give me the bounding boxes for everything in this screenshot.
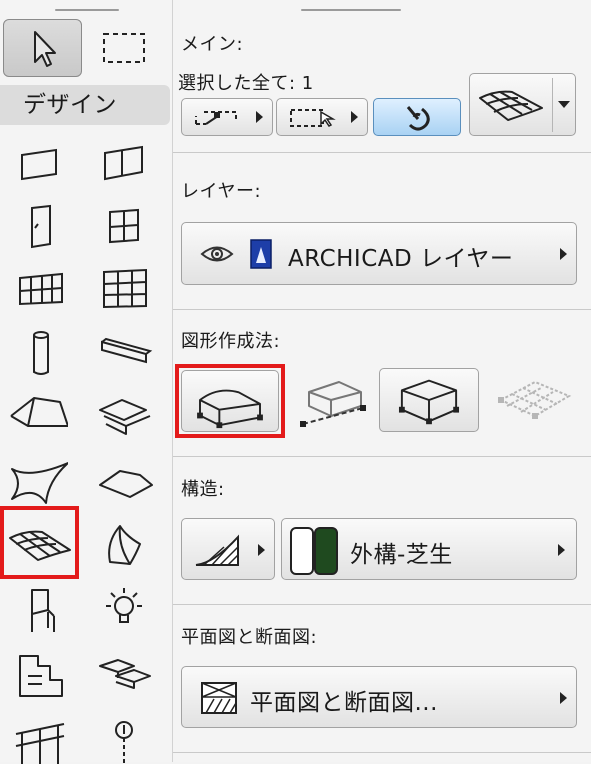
curtain-panel-tool-icon[interactable] bbox=[96, 138, 156, 190]
chevron-right-icon bbox=[560, 692, 567, 704]
chevron-down-icon bbox=[558, 101, 570, 108]
zone-tool-icon[interactable] bbox=[12, 650, 72, 702]
morph-tool-icon[interactable] bbox=[96, 518, 156, 570]
object-tool-icon[interactable] bbox=[12, 584, 72, 636]
column-tool-icon[interactable] bbox=[12, 326, 72, 378]
element-type-dropdown[interactable] bbox=[469, 73, 576, 136]
layer-dropdown[interactable]: ARCHICAD レイヤー bbox=[181, 222, 577, 285]
mesh-grid-icon bbox=[498, 380, 572, 419]
geometry-method-ridges[interactable] bbox=[379, 368, 479, 432]
arrow-tool-button[interactable] bbox=[3, 19, 82, 77]
beam-tool-icon[interactable] bbox=[96, 326, 156, 378]
material-swatch-light bbox=[290, 527, 314, 575]
design-section-header[interactable]: デザイン bbox=[0, 85, 170, 125]
geometry-method-regular-button bbox=[181, 370, 279, 432]
geometry-method-slanted[interactable] bbox=[285, 370, 385, 430]
marquee-selection-button[interactable] bbox=[276, 98, 368, 136]
main-section-label: メイン: bbox=[181, 34, 244, 55]
chevron-right-icon bbox=[560, 248, 567, 260]
box-slanted-icon bbox=[300, 381, 366, 427]
floorplan-button-label: 平面図と断面図... bbox=[250, 690, 438, 716]
toolbox-grip[interactable] bbox=[55, 9, 119, 11]
box-regular-icon bbox=[197, 389, 263, 429]
roof-tool-icon[interactable] bbox=[8, 390, 68, 442]
geometry-section-label: 図形作成法: bbox=[181, 331, 281, 352]
building-material-dropdown[interactable]: 外構-芝生 bbox=[281, 518, 577, 580]
slab-tool-icon[interactable] bbox=[96, 455, 156, 507]
chevron-right-icon bbox=[256, 111, 263, 123]
marquee-icon bbox=[103, 33, 145, 63]
floorplan-section-icon bbox=[201, 682, 237, 714]
railing-tool-icon[interactable] bbox=[12, 712, 72, 764]
material-name: 外構-芝生 bbox=[350, 542, 453, 568]
stair-tool-icon[interactable] bbox=[96, 390, 156, 442]
info-panel: メイン: 選択した全て: 1 レイヤー: ARCHICAD レイヤー 図形作成法… bbox=[173, 0, 591, 762]
divider bbox=[173, 604, 591, 605]
grid-panel-tool-icon[interactable] bbox=[96, 262, 156, 314]
chevron-right-icon bbox=[258, 544, 265, 556]
chevron-right-icon bbox=[351, 111, 358, 123]
lamp-tool-icon[interactable] bbox=[96, 584, 156, 636]
layer-section-label: レイヤー: bbox=[181, 181, 262, 202]
geometry-method-regular[interactable] bbox=[175, 364, 285, 438]
floorplan-section-button[interactable]: 平面図と断面図... bbox=[181, 666, 577, 728]
divider bbox=[173, 309, 591, 310]
grid-element-tool-icon[interactable] bbox=[96, 712, 156, 764]
selection-count: 選択した全て: 1 bbox=[178, 73, 314, 94]
shell-tool-icon[interactable] bbox=[8, 455, 68, 507]
door-tool-icon[interactable] bbox=[12, 200, 72, 252]
panel-grip[interactable] bbox=[301, 9, 401, 11]
basic-structure-icon bbox=[195, 534, 239, 566]
window-tool-icon[interactable] bbox=[96, 200, 156, 252]
edit-selection-button[interactable] bbox=[181, 98, 273, 136]
stair-flight-tool-icon[interactable] bbox=[96, 650, 156, 702]
layer-name: ARCHICAD レイヤー bbox=[288, 246, 514, 272]
divider bbox=[173, 456, 591, 457]
wall-tool-icon[interactable] bbox=[12, 138, 72, 190]
edit-selection-icon bbox=[195, 111, 237, 125]
divider bbox=[173, 152, 591, 153]
toolbox: デザイン bbox=[0, 0, 172, 764]
magnet-icon bbox=[406, 106, 430, 131]
material-swatch-dark bbox=[314, 527, 338, 575]
floorplan-section-label: 平面図と断面図: bbox=[181, 627, 318, 648]
box-ridges-icon bbox=[398, 379, 460, 425]
mesh-tool-icon[interactable] bbox=[0, 506, 79, 579]
mesh-type-icon bbox=[479, 90, 543, 121]
layer-lock-icon bbox=[250, 239, 272, 269]
curtain-wall-tool-icon[interactable] bbox=[12, 262, 72, 314]
chevron-right-icon bbox=[558, 544, 565, 556]
marquee-select-icon bbox=[290, 109, 336, 127]
geometry-method-mesh bbox=[487, 370, 587, 430]
structure-type-button[interactable] bbox=[181, 518, 275, 580]
divider bbox=[173, 752, 591, 753]
magic-wand-toggle[interactable] bbox=[373, 98, 461, 136]
marquee-tool-button[interactable] bbox=[95, 22, 153, 72]
eye-icon bbox=[200, 246, 234, 262]
structure-section-label: 構造: bbox=[181, 479, 225, 500]
arrow-icon bbox=[34, 31, 56, 67]
dropdown-separator bbox=[552, 78, 553, 132]
